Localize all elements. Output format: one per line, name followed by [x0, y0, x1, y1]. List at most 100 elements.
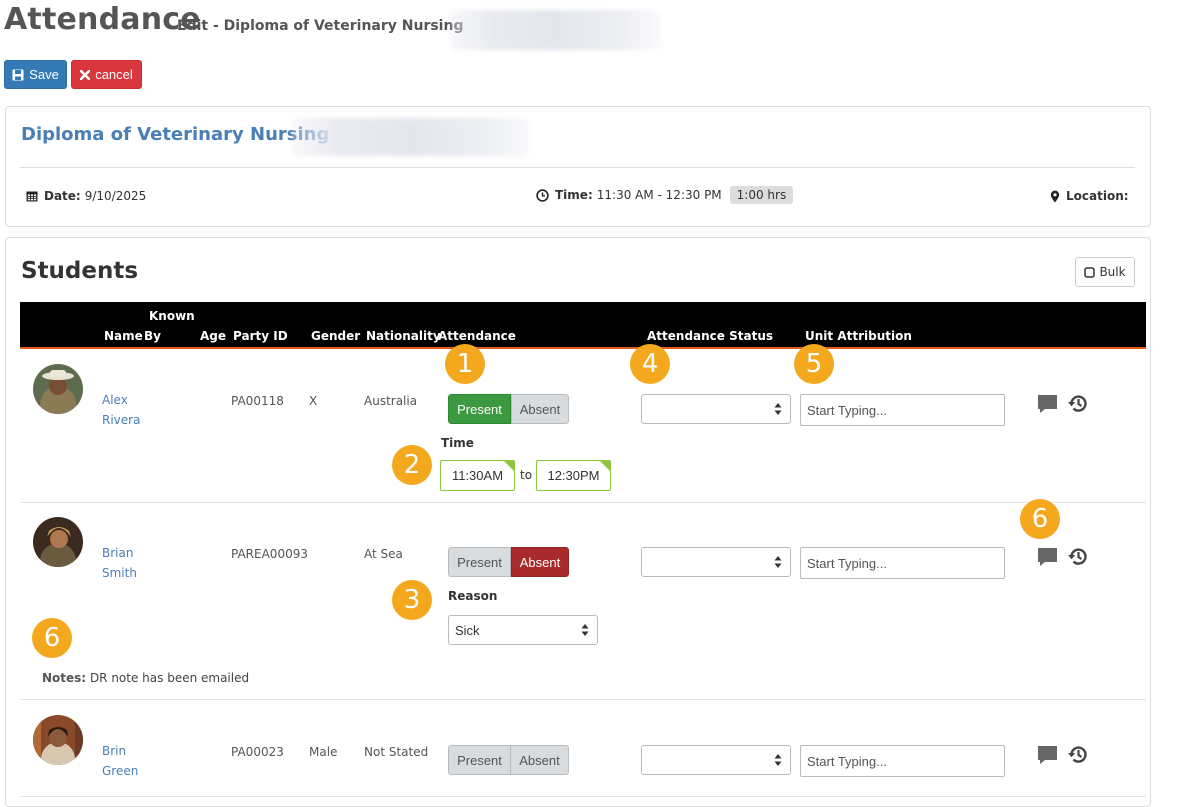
save-button[interactable]: Save	[4, 60, 67, 89]
col-name: Name	[104, 329, 143, 343]
party-id: PA00023	[231, 745, 284, 759]
col-known-by-line1: Known	[149, 309, 195, 323]
time-to-value: 12:30PM	[547, 468, 600, 483]
cancel-button[interactable]: cancel	[71, 60, 142, 89]
redacted-block	[292, 118, 530, 156]
bulk-button[interactable]: Bulk	[1075, 257, 1135, 287]
unit-attribution-input[interactable]: Start Typing...	[800, 745, 1005, 777]
col-party-id: Party ID	[233, 329, 288, 343]
unit-attribution-input[interactable]: Start Typing...	[800, 547, 1005, 579]
history-icon[interactable]	[1067, 546, 1089, 567]
select-arrows-icon	[774, 403, 782, 415]
calendar-icon	[26, 191, 38, 202]
annotation-marker-1: 1	[445, 344, 485, 384]
divider	[20, 167, 1135, 168]
attendance-toggle: Present Absent	[448, 547, 569, 577]
absent-button[interactable]: Absent	[511, 394, 569, 424]
date-value: 9/10/2025	[84, 189, 147, 203]
map-pin-icon	[1050, 190, 1060, 202]
student-first-name[interactable]: Brian	[102, 543, 137, 563]
annotation-marker-5: 5	[794, 344, 834, 384]
select-arrows-icon	[774, 556, 782, 568]
attendance-status-select[interactable]	[641, 745, 791, 775]
nationality: Not Stated	[364, 745, 429, 759]
time-value: 11:30 AM - 12:30 PM	[596, 188, 722, 202]
gender: X	[309, 394, 318, 408]
comment-icon[interactable]	[1037, 745, 1058, 765]
unit-attribution-input[interactable]: Start Typing...	[800, 394, 1005, 426]
col-age: Age	[200, 329, 227, 343]
notes-label: Notes:	[42, 671, 87, 685]
col-attendance-status: Attendance Status	[647, 329, 773, 343]
row-separator	[20, 796, 1146, 797]
nationality: Australia	[364, 394, 418, 408]
cancel-label: cancel	[95, 67, 133, 82]
save-label: Save	[29, 67, 59, 82]
clock-icon	[536, 188, 549, 202]
student-first-name[interactable]: Brin	[102, 741, 138, 761]
student-first-name[interactable]: Alex	[102, 390, 140, 410]
bulk-label: Bulk	[1099, 265, 1126, 279]
location-label: Location:	[1066, 189, 1129, 203]
unit-attribution-placeholder: Start Typing...	[807, 402, 887, 418]
attendance-status-select[interactable]	[641, 394, 791, 424]
student-name[interactable]: Brian Smith	[102, 543, 137, 583]
student-last-name[interactable]: Rivera	[102, 410, 140, 430]
col-gender: Gender	[311, 329, 361, 343]
redacted-block	[450, 10, 660, 50]
select-arrows-icon	[581, 624, 589, 636]
annotation-marker-6b: 6	[32, 618, 72, 658]
row-separator	[20, 502, 1146, 503]
save-icon	[12, 69, 24, 80]
student-name[interactable]: Alex Rivera	[102, 390, 140, 430]
annotation-marker-4: 4	[630, 344, 670, 384]
student-last-name[interactable]: Smith	[102, 563, 137, 583]
annotation-marker-6: 6	[1020, 499, 1060, 539]
date-label: Date:	[44, 189, 81, 203]
absent-button[interactable]: Absent	[511, 745, 569, 775]
reason-label: Reason	[448, 589, 498, 603]
avatar	[33, 715, 83, 765]
reason-select[interactable]: Sick	[448, 615, 598, 645]
absent-button[interactable]: Absent	[511, 547, 569, 577]
avatar	[33, 364, 83, 414]
time-label: Time:	[555, 188, 593, 202]
present-button[interactable]: Present	[448, 394, 511, 424]
student-name[interactable]: Brin Green	[102, 741, 138, 781]
history-icon[interactable]	[1067, 744, 1089, 765]
session-date: Date: 9/10/2025	[26, 189, 146, 203]
time-to-word: to	[520, 468, 533, 482]
unit-attribution-placeholder: Start Typing...	[807, 753, 887, 769]
page-subtitle: Edit - Diploma of Veterinary Nursing	[177, 18, 464, 34]
checkbox-icon	[1084, 266, 1096, 278]
reason-value: Sick	[455, 622, 480, 638]
present-button[interactable]: Present	[448, 745, 511, 775]
avatar	[33, 517, 83, 567]
notes-value: DR note has been emailed	[89, 671, 250, 685]
student-notes: Notes: DR note has been emailed	[42, 671, 249, 685]
col-known-by-line2: By	[144, 329, 161, 343]
page-title: Attendance	[4, 2, 201, 37]
course-title[interactable]: Diploma of Veterinary Nursing	[21, 124, 329, 145]
party-id: PA00118	[231, 394, 284, 408]
col-nationality: Nationality	[366, 329, 441, 343]
present-button[interactable]: Present	[448, 547, 511, 577]
comment-icon[interactable]	[1037, 547, 1058, 567]
time-from-input[interactable]: 11:30AM	[440, 460, 515, 491]
student-last-name[interactable]: Green	[102, 761, 138, 781]
gender: Male	[309, 745, 338, 759]
time-from-value: 11:30AM	[451, 468, 504, 483]
attendance-status-select[interactable]	[641, 547, 791, 577]
close-icon	[80, 69, 91, 80]
history-icon[interactable]	[1067, 393, 1089, 414]
comment-icon[interactable]	[1037, 394, 1058, 414]
students-heading: Students	[21, 258, 139, 284]
table-header: Name Known By Age Party ID Gender Nation…	[20, 302, 1146, 349]
annotation-marker-3: 3	[392, 580, 432, 620]
party-id: PAREA00093	[231, 547, 308, 561]
attendance-toggle: Present Absent	[448, 394, 569, 424]
session-location: Location:	[1050, 189, 1133, 203]
time-to-input[interactable]: 12:30PM	[536, 460, 611, 491]
duration-badge: 1:00 hrs	[729, 186, 794, 204]
annotation-marker-2: 2	[392, 445, 432, 485]
